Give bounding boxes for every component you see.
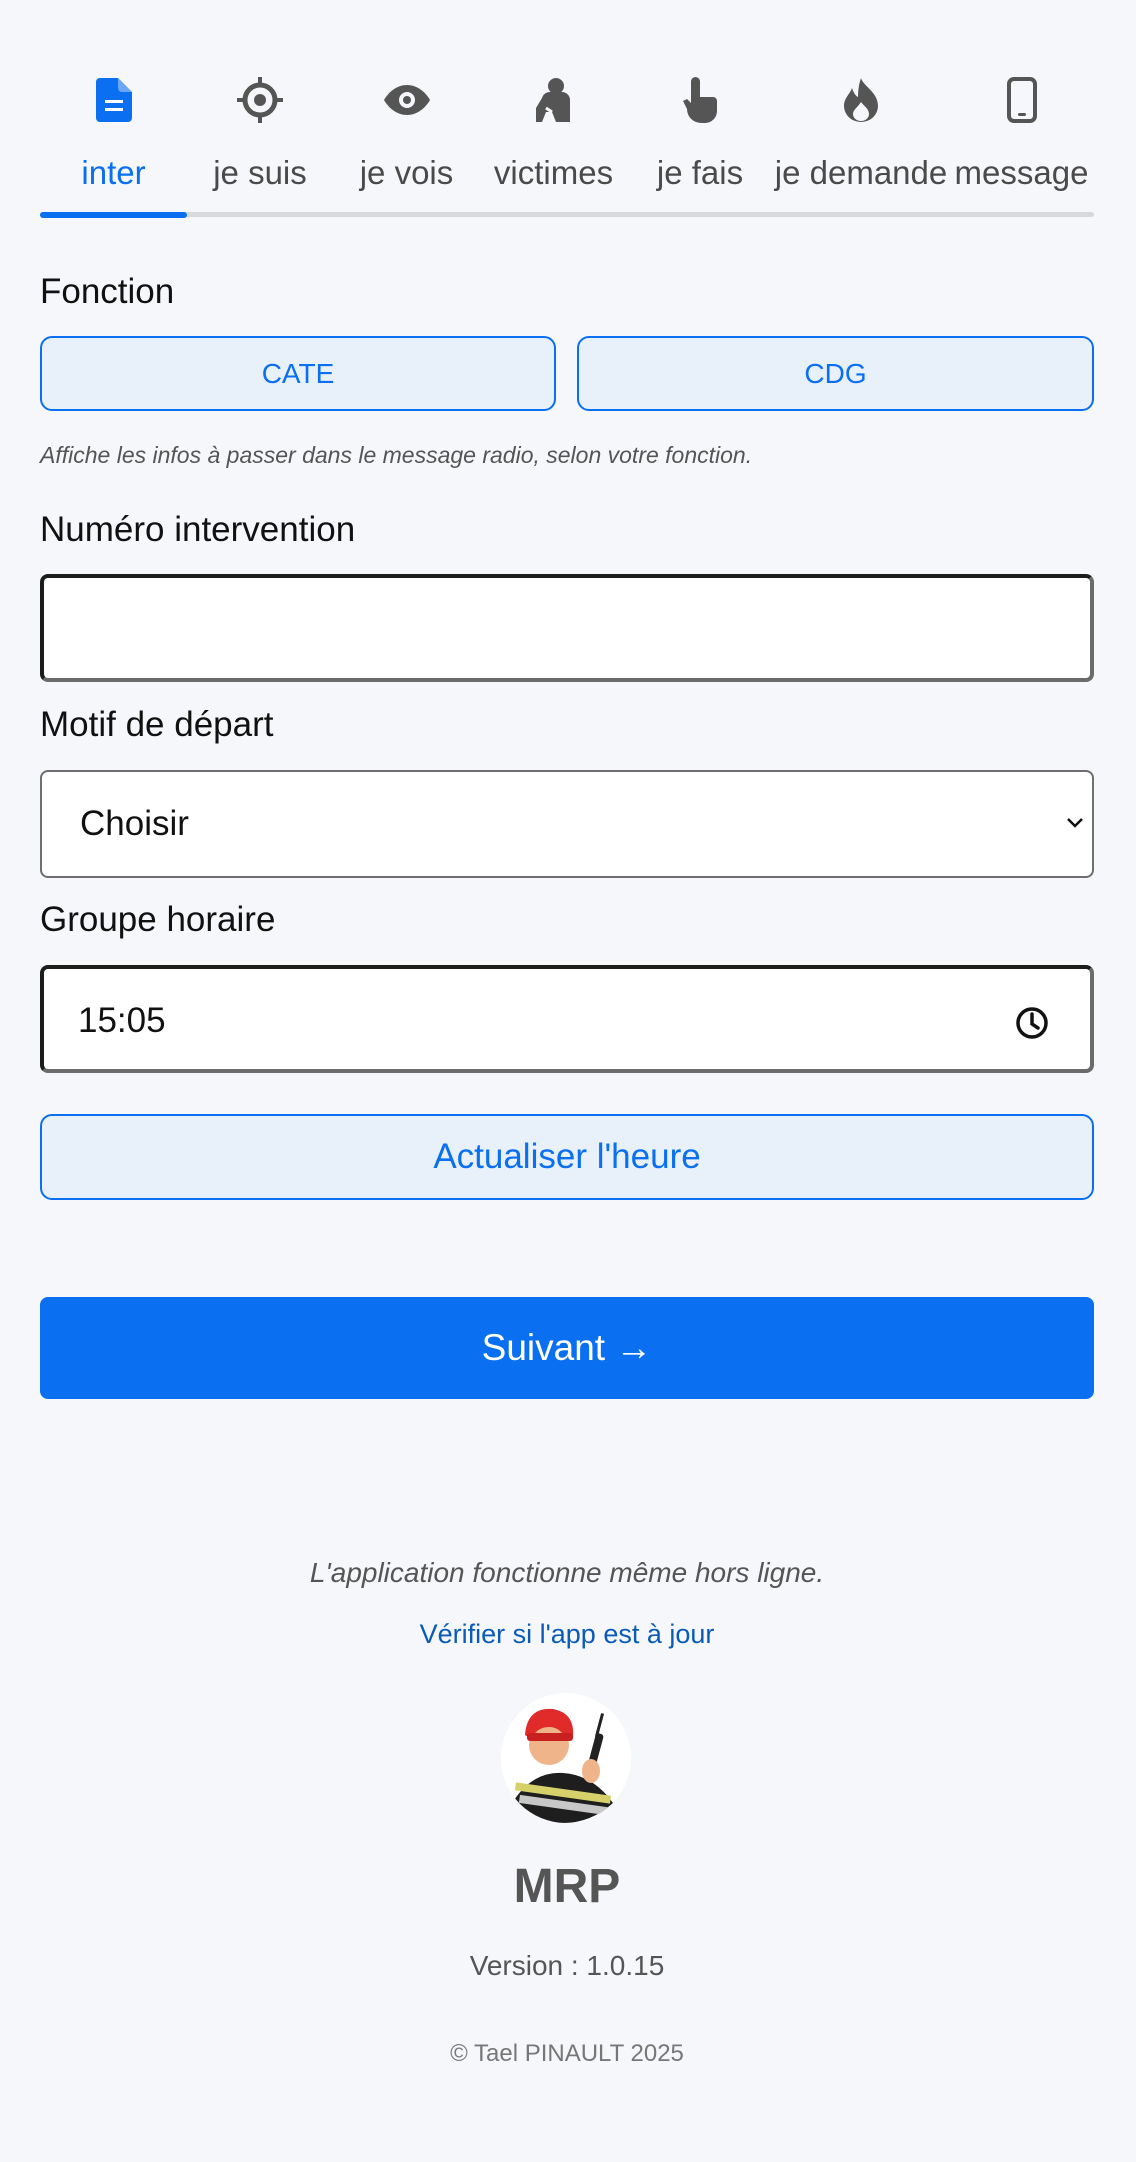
main-container: inter je suis je vois victimes je fais j… [40,0,1094,2067]
tab-message[interactable]: message [949,0,1094,220]
crosshair-icon [236,76,284,124]
tab-je-demande[interactable]: je demande [773,0,949,220]
check-update-link[interactable]: Vérifier si l'app est à jour [40,1619,1094,1650]
app-logo [501,1693,631,1823]
chevron-down-icon [1064,812,1086,834]
fire-icon [837,76,885,124]
groupe-horaire-input[interactable]: 15:05 [40,965,1094,1073]
tab-inter[interactable]: inter [40,0,187,220]
next-button[interactable]: Suivant → [40,1297,1094,1399]
hand-pointer-icon [676,76,724,124]
numero-intervention-input[interactable] [40,574,1094,682]
refresh-time-button[interactable]: Actualiser l'heure [40,1114,1094,1200]
motif-label: Motif de départ [40,705,274,744]
groupe-horaire-label: Groupe horaire [40,900,276,939]
tab-je-fais[interactable]: je fais [627,0,773,220]
tab-je-vois[interactable]: je vois [333,0,480,220]
tab-victimes[interactable]: victimes [480,0,627,220]
time-value: 15:05 [78,1001,166,1040]
clock-icon[interactable] [1014,1005,1050,1041]
tab-label: message [954,154,1089,191]
fonction-cate-button[interactable]: CATE [40,336,556,411]
fonction-cdg-button[interactable]: CDG [577,336,1094,411]
numero-label: Numéro intervention [40,510,356,549]
eye-icon [383,76,431,124]
tab-bar: inter je suis je vois victimes je fais j… [40,0,1094,220]
motif-selected-value: Choisir [80,804,189,843]
copyright: © Tael PINAULT 2025 [450,2040,684,2067]
fonction-hint: Affiche les infos à passer dans le messa… [40,442,753,468]
tab-label: victimes [493,154,614,191]
motif-select[interactable]: Choisir [40,770,1094,878]
phone-icon [998,76,1046,124]
tab-label: je suis [213,154,307,191]
tab-label: inter [81,154,146,191]
app-version: Version : 1.0.15 [469,1950,665,1981]
document-icon [90,76,138,124]
tab-label: je fais [656,154,744,191]
tab-label: je vois [359,154,454,191]
app-name: MRP [513,1860,621,1913]
fonction-label: Fonction [40,272,175,311]
tab-label: je demande [774,154,948,191]
offline-notice: L'application fonctionne même hors ligne… [309,1557,825,1588]
person-icon [530,76,578,124]
tab-je-suis[interactable]: je suis [187,0,333,220]
